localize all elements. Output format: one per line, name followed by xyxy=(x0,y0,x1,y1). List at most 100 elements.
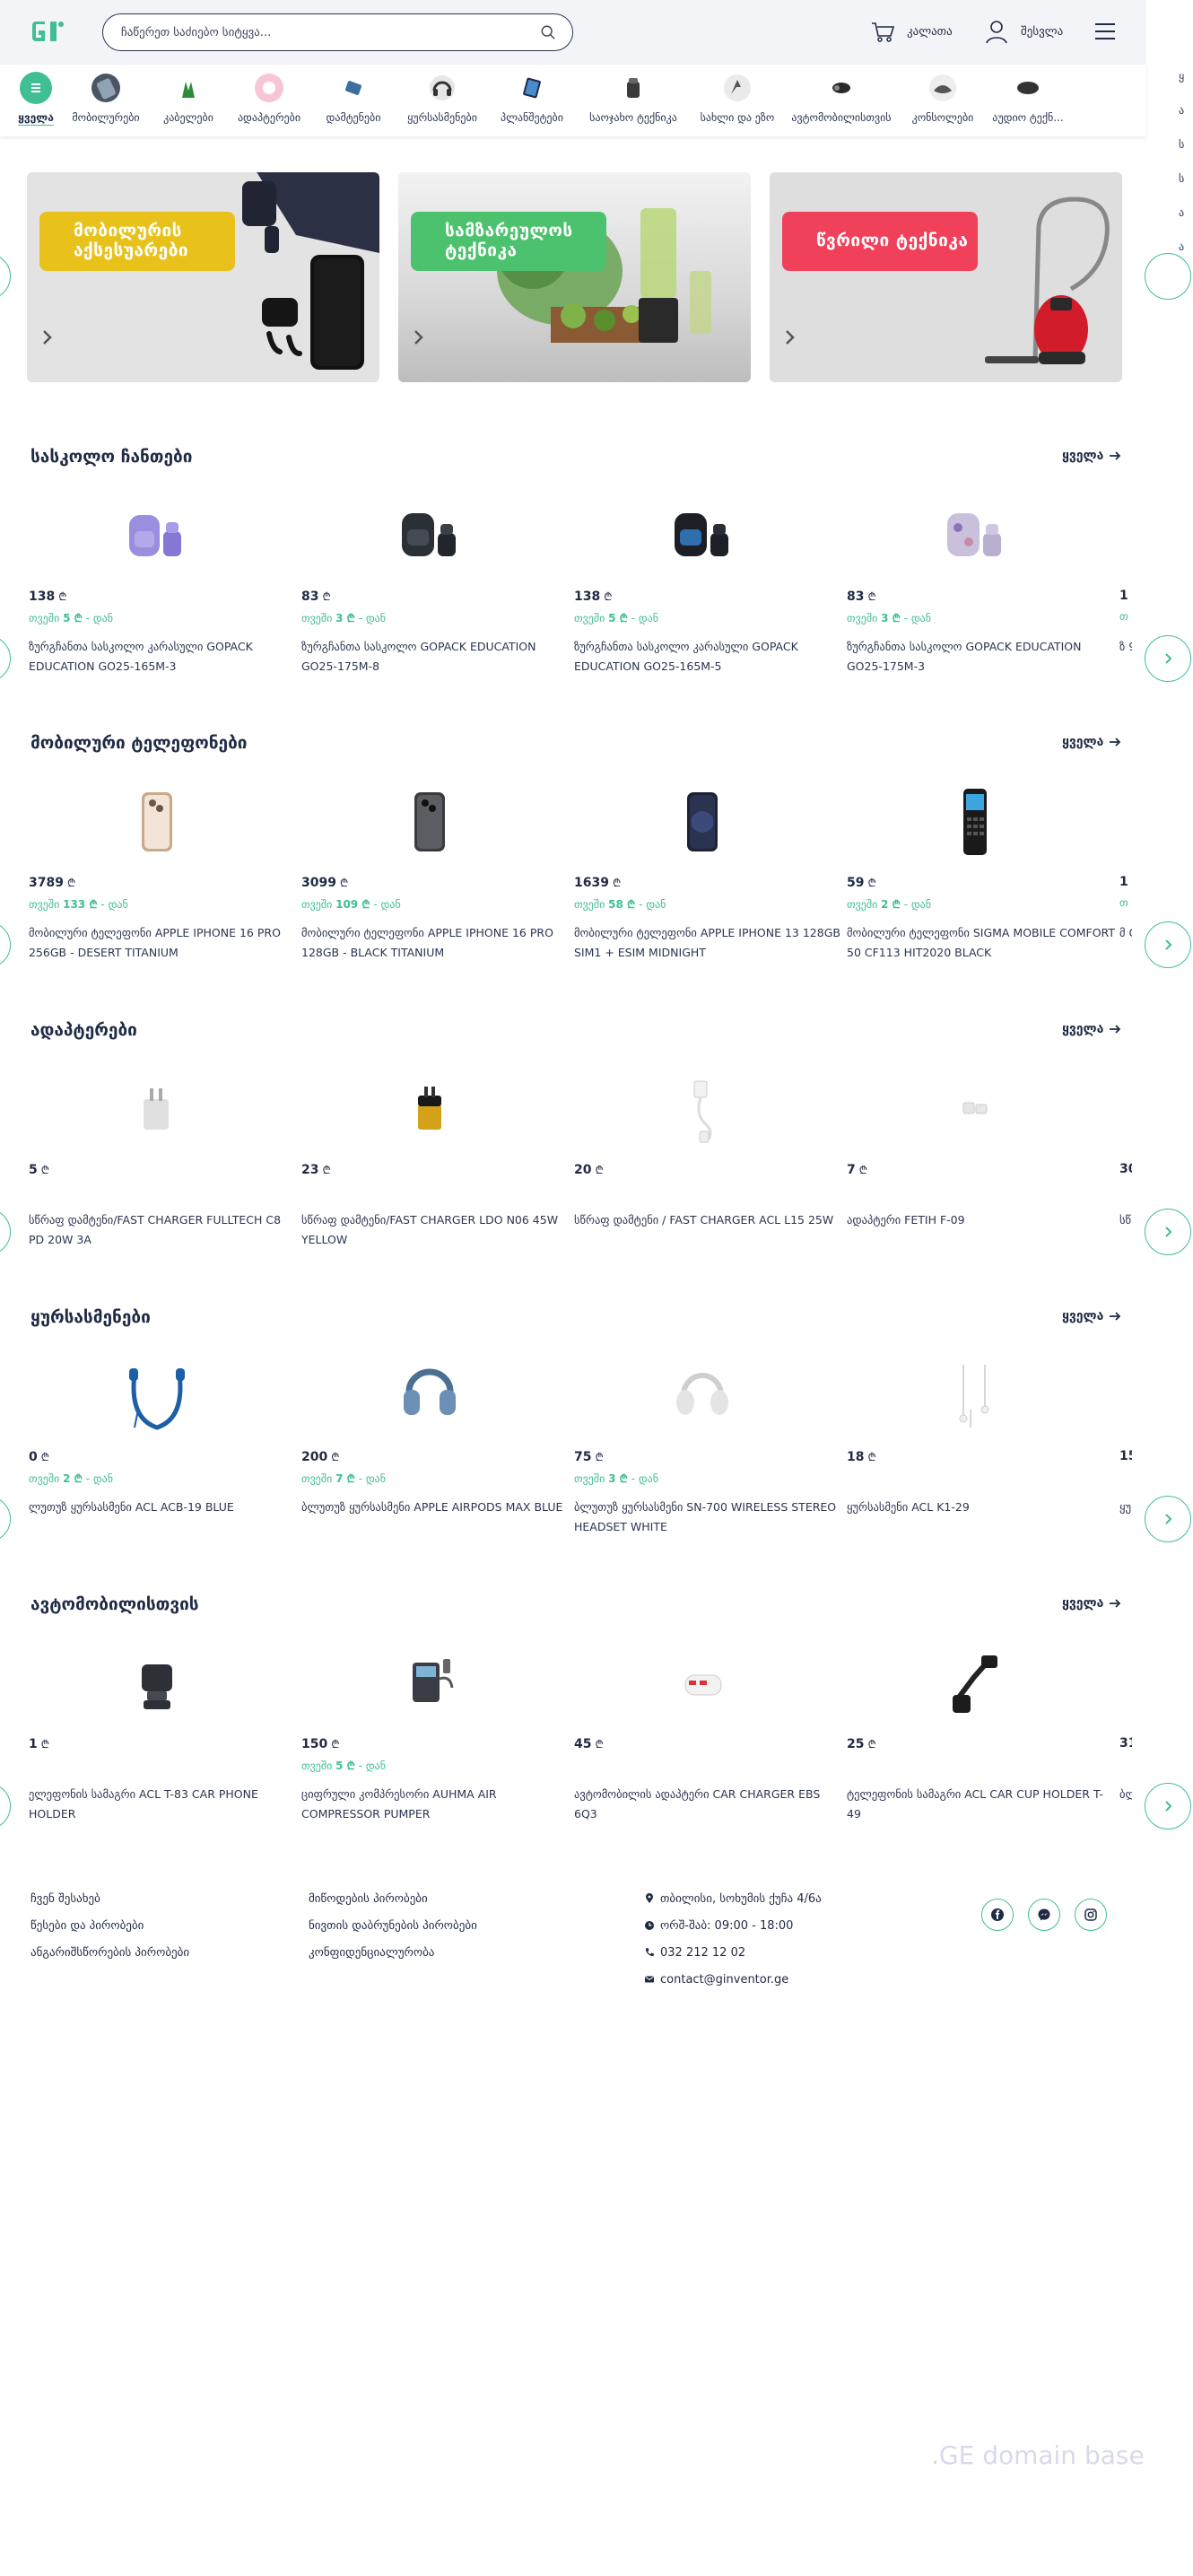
product-card[interactable]: 45 ₾ ავტომობილის ადაპტერი CAR CHARGER EBS … xyxy=(572,1643,832,1849)
product-name[interactable]: მობილური ტელეფონი SIGMA MOBILE COMFORT 5… xyxy=(847,923,1116,963)
category-home[interactable]: სახლი და ეზო xyxy=(694,65,780,124)
product-image[interactable] xyxy=(935,1643,1015,1724)
product-card[interactable]: 15 ყუ xyxy=(1118,1356,1132,1562)
footer-link[interactable]: მიწოდების პირობები xyxy=(309,1891,477,1906)
site-logo[interactable] xyxy=(29,15,68,48)
product-image[interactable] xyxy=(662,495,743,576)
product-image[interactable] xyxy=(935,782,1015,862)
product-card[interactable]: 1 ₾ ელეფონის სამაგრი ACL T-83 CAR PHONE HO… xyxy=(27,1643,287,1849)
product-card[interactable]: 200 ₾ თვეში 7 ₾ - დან ბლუთუზ ყურსასმენი APP… xyxy=(300,1356,562,1562)
category-headphones[interactable]: ყურსასმენები xyxy=(393,65,492,124)
phone[interactable]: 032 212 12 02 xyxy=(644,1945,822,1960)
product-image[interactable] xyxy=(662,1069,743,1149)
product-card[interactable]: 0 ₾ თვეში 2 ₾ - დან ლუთუზ ყურსასმენი ACL AC… xyxy=(27,1356,287,1562)
view-all-link[interactable]: ყველა xyxy=(1062,1309,1121,1323)
product-card[interactable]: 20 ₾ სწრაფ დამტენი / FAST CHARGER ACL L15 … xyxy=(572,1069,833,1275)
view-all-link[interactable]: ყველა xyxy=(1062,735,1121,749)
product-card[interactable]: 150 ₾ თვეში 5 ₾ - დან ციფრული კომპრესორი AU… xyxy=(300,1643,560,1849)
category-powerbank[interactable]: დამტენები xyxy=(314,65,393,124)
view-all-link[interactable]: ყველა xyxy=(1062,449,1121,463)
category-car[interactable]: ავტომობილისთვის xyxy=(780,65,902,124)
product-card[interactable]: 138 ₾ თვეში 5 ₾ - დან ზურგჩანთა სასკოლო კარ… xyxy=(27,495,287,702)
banner-kitchen-appliances[interactable]: სამზარეულოს ტექნიკა xyxy=(398,172,751,382)
carousel-next-button[interactable] xyxy=(1145,1496,1191,1542)
product-name[interactable]: მ G xyxy=(1119,923,1132,943)
category-speaker[interactable]: აუდიო ტექნ... xyxy=(983,65,1073,124)
product-card[interactable]: 5 ₾ სწრაფ დამტენი/FAST CHARGER FULLTECH C8… xyxy=(27,1069,287,1275)
footer-link[interactable]: ჩვენ შესახებ xyxy=(30,1891,189,1906)
category-list[interactable]: ყველა xyxy=(13,65,59,124)
product-image[interactable] xyxy=(935,1069,1015,1149)
product-name[interactable]: ზ 9 xyxy=(1119,637,1132,657)
category-phone[interactable]: მობილურები xyxy=(59,65,152,124)
product-card[interactable]: 30 სწ 18 xyxy=(1118,1069,1132,1275)
product-name[interactable]: ზურგჩანთა სასკოლო GOPACK EDUCATION GO25-… xyxy=(847,637,1116,677)
category-console[interactable]: კონსოლები xyxy=(902,65,983,124)
side-menu-item-partial[interactable]: ა xyxy=(1179,240,1184,253)
product-card[interactable]: 25 ₾ ტელეფონის სამაგრი ACL CAR CUP HOLDER … xyxy=(845,1643,1105,1849)
product-image[interactable] xyxy=(662,1356,743,1436)
product-image[interactable] xyxy=(389,782,470,862)
product-card[interactable]: 59 ₾ თვეში 2 ₾ - დან მობილური ტელეფონი SIGM… xyxy=(845,782,1115,988)
product-name[interactable]: მობილური ტელეფონი APPLE IPHONE 13 128GB … xyxy=(574,923,843,963)
product-name[interactable]: ყუ xyxy=(1119,1498,1132,1517)
product-name[interactable]: ადაპტერი FETIH F-09 xyxy=(847,1210,1116,1230)
product-card[interactable]: 7 ₾ ადაპტერი FETIH F-09 xyxy=(845,1069,1105,1275)
product-card[interactable]: 1 თ მ G xyxy=(1118,782,1132,988)
product-card[interactable]: 3789 ₾ თვეში 133 ₾ - დან მობილური ტელეფონი … xyxy=(27,782,287,988)
search-icon[interactable] xyxy=(540,24,556,40)
product-name[interactable]: სწრაფ დამტენი / FAST CHARGER ACL L15 25W xyxy=(574,1210,843,1230)
product-card[interactable]: 23 ₾ სწრაფ დამტენი/FAST CHARGER LDO N06 45… xyxy=(300,1069,560,1275)
side-menu-item-partial[interactable]: ს xyxy=(1179,138,1184,151)
product-image[interactable] xyxy=(117,1356,197,1436)
carousel-next-button[interactable] xyxy=(1145,635,1191,682)
product-image[interactable] xyxy=(389,495,470,576)
product-name[interactable]: ბლუთუზ ყურსასმენი SN-700 WIRELESS STEREO… xyxy=(574,1498,843,1537)
menu-icon[interactable] xyxy=(1093,20,1117,43)
view-all-link[interactable]: ყველა xyxy=(1062,1596,1121,1611)
product-name[interactable]: ელეფონის სამაგრი ACL T-83 CAR PHONE HOLD… xyxy=(29,1785,298,1824)
side-menu-item-partial[interactable]: ყ xyxy=(1179,70,1184,83)
messenger-button[interactable] xyxy=(1028,1899,1060,1931)
product-name[interactable]: ზურგჩანთა სასკოლო GOPACK EDUCATION GO25-… xyxy=(301,637,570,677)
instagram-button[interactable] xyxy=(1075,1899,1107,1931)
banner-mobile-accessories[interactable]: მობილურის აქსესუარები xyxy=(27,172,379,382)
category-cable[interactable]: კაბელები xyxy=(152,65,224,124)
product-name[interactable]: ბლ FM xyxy=(1119,1785,1132,1804)
category-tablet[interactable]: პლანშეტები xyxy=(492,65,572,124)
product-name[interactable]: ლუთუზ ყურსასმენი ACL ACB-19 BLUE xyxy=(29,1498,298,1517)
footer-link[interactable]: ნივთის დაბრუნების პირობები xyxy=(309,1918,477,1933)
banner-next-button[interactable] xyxy=(1145,253,1191,300)
category-adapter[interactable]: ადაპტერები xyxy=(224,65,314,124)
product-name[interactable]: ზურგჩანთა სასკოლო კარასული GOPACK EDUCAT… xyxy=(29,637,298,677)
product-image[interactable] xyxy=(117,495,197,576)
product-name[interactable]: ბლუთუზ ყურსასმენი APPLE AIRPODS MAX BLUE xyxy=(301,1498,570,1517)
login-button[interactable]: შესვლა xyxy=(983,18,1063,45)
chevron-right-icon[interactable] xyxy=(41,328,54,346)
product-card[interactable]: 83 ₾ თვეში 3 ₾ - დან ზურგჩანთა სასკოლო GOPA… xyxy=(845,495,1105,702)
carousel-next-button[interactable] xyxy=(1145,921,1191,968)
chevron-right-icon[interactable] xyxy=(413,328,425,346)
product-image[interactable] xyxy=(662,1643,743,1724)
banner-small-appliances[interactable]: წვრილი ტექნიკა xyxy=(770,172,1122,382)
product-name[interactable]: სწრაფ დამტენი/FAST CHARGER LDO N06 45W Y… xyxy=(301,1210,570,1250)
product-image[interactable] xyxy=(117,1643,197,1724)
product-name[interactable]: მობილური ტელეფონი APPLE IPHONE 16 PRO 25… xyxy=(29,923,298,963)
product-image[interactable] xyxy=(389,1069,470,1149)
product-image[interactable] xyxy=(117,782,197,862)
footer-link[interactable]: ანგარიშსწორების პირობები xyxy=(30,1945,189,1960)
product-name[interactable]: ავტომობილის ადაპტერი CAR CHARGER EBS 6Q3 xyxy=(574,1785,843,1824)
cart-button[interactable]: კალათა xyxy=(869,18,953,45)
product-image[interactable] xyxy=(117,1069,197,1149)
product-card[interactable]: 83 ₾ თვეში 3 ₾ - დან ზურგჩანთა სასკოლო GOPA… xyxy=(300,495,560,702)
footer-link[interactable]: კონფიდენციალურობა xyxy=(309,1945,477,1960)
product-card[interactable]: 3099 ₾ თვეში 109 ₾ - დან მობილური ტელეფონი … xyxy=(300,782,560,988)
product-name[interactable]: სწრაფ დამტენი/FAST CHARGER FULLTECH C8 P… xyxy=(29,1210,298,1250)
search-input[interactable] xyxy=(121,25,540,39)
product-card[interactable]: 1639 ₾ თვეში 58 ₾ - დან მობილური ტელეფონი A… xyxy=(572,782,840,988)
product-name[interactable]: მობილური ტელეფონი APPLE IPHONE 16 PRO 12… xyxy=(301,923,570,963)
product-name[interactable]: ყურსასმენი ACL K1-29 xyxy=(847,1498,1116,1517)
email[interactable]: contact@ginventor.ge xyxy=(644,1972,822,1987)
view-all-link[interactable]: ყველა xyxy=(1062,1022,1121,1036)
side-menu-item-partial[interactable]: ა xyxy=(1179,104,1184,117)
